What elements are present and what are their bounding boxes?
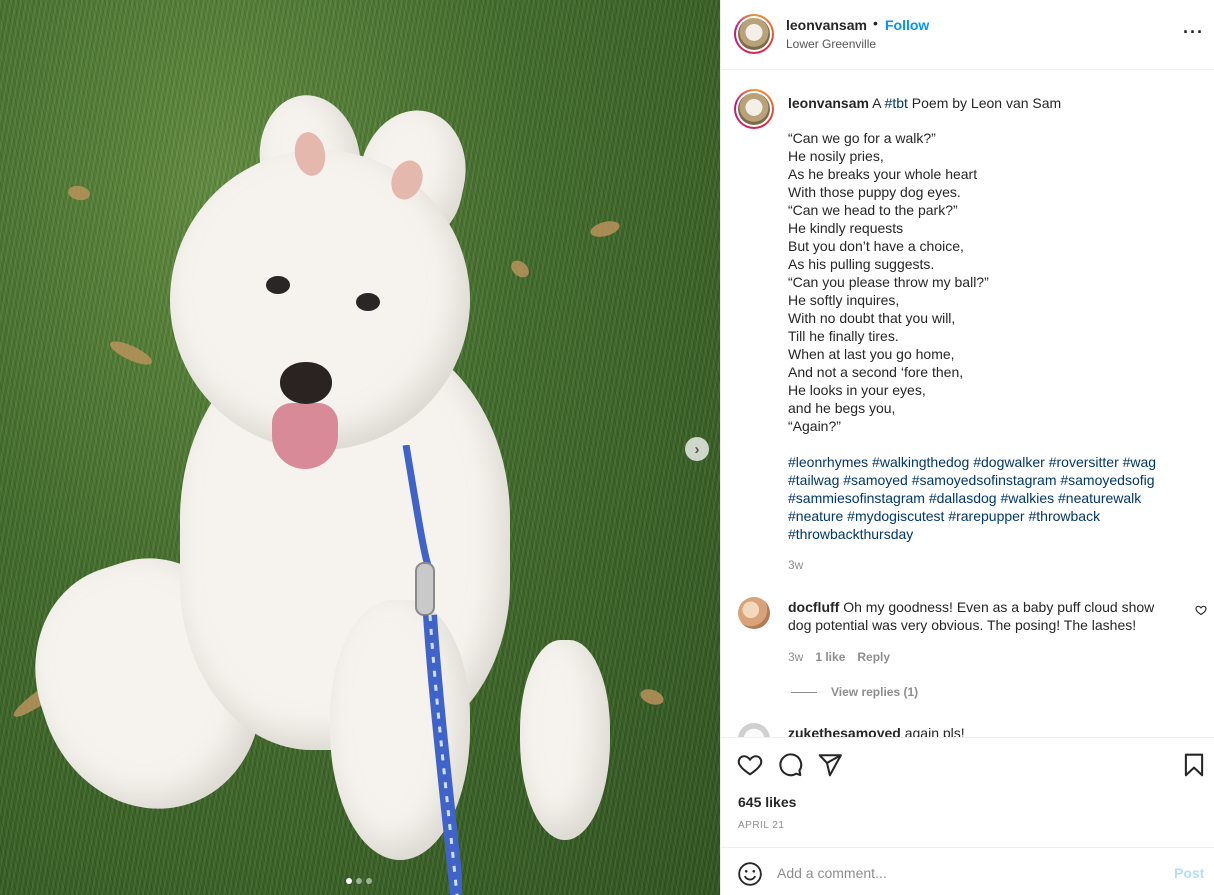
- hashtag-line[interactable]: #tailwag #samoyed #samoyedsofinstagram #…: [788, 471, 1188, 489]
- poem-line: With those puppy dog eyes.: [788, 184, 961, 200]
- poem-line: As he breaks your whole heart: [788, 166, 978, 182]
- post-comment-button[interactable]: Post: [1174, 865, 1204, 881]
- poem-line: and he begs you,: [788, 400, 896, 416]
- poem-line: He kindly requests: [788, 220, 904, 236]
- samoyed-puppy: [0, 0, 720, 895]
- caption-prefix: A: [872, 95, 881, 111]
- location-link[interactable]: Lower Greenville: [786, 37, 876, 51]
- carousel-dot: [356, 878, 362, 884]
- post-header: leonvansam • Follow Lower Greenville ···: [721, 0, 1214, 70]
- hashtag-line[interactable]: #throwbackthursday: [788, 525, 1188, 543]
- reply-button[interactable]: Reply: [857, 650, 890, 664]
- caption-title-rest: Poem by Leon van Sam: [911, 95, 1062, 111]
- commenter-username[interactable]: docfluff: [788, 599, 839, 615]
- author-username[interactable]: leonvansam: [786, 17, 867, 33]
- comment-body: again pls!: [904, 725, 965, 737]
- caption-avatar[interactable]: [734, 89, 774, 129]
- leash: [402, 445, 462, 895]
- dog-eye: [266, 276, 290, 294]
- replies-divider-line: [791, 691, 817, 693]
- like-count[interactable]: 645 likes: [738, 794, 796, 810]
- commenter-avatar[interactable]: [738, 723, 770, 737]
- poem-line: “Can you please throw my ball?”: [788, 274, 989, 290]
- poem-line: “Again?”: [788, 418, 841, 434]
- view-replies-label[interactable]: View replies (1): [831, 685, 918, 699]
- hashtag-line[interactable]: #sammiesofinstagram #dallasdog #walkies …: [788, 489, 1188, 507]
- poem-line: He nosily pries,: [788, 148, 884, 164]
- add-comment-bar: Post: [721, 847, 1214, 895]
- poem-line: With no doubt that you will,: [788, 310, 956, 326]
- poem-line: As his pulling suggests.: [788, 256, 935, 272]
- poem-line: Till he finally tires.: [788, 328, 899, 344]
- post-date: APRIL 21: [738, 820, 785, 831]
- hashtag-line[interactable]: #leonrhymes #walkingthedog #dogwalker #r…: [788, 453, 1188, 471]
- share-send-icon[interactable]: [817, 752, 843, 778]
- follow-button[interactable]: Follow: [885, 17, 929, 33]
- carousel-dots: [346, 878, 372, 884]
- like-heart-icon[interactable]: [737, 752, 763, 778]
- comments-section[interactable]: leonvansam A #tbt Poem by Leon van Sam “…: [721, 71, 1214, 737]
- more-options-icon[interactable]: ···: [1183, 22, 1204, 43]
- post-photo[interactable]: ›: [0, 0, 720, 895]
- caption-username[interactable]: leonvansam: [788, 95, 869, 111]
- comment-meta: 3w 1 like Reply: [788, 650, 890, 664]
- separator-dot: •: [873, 15, 878, 31]
- poem-line: But you don’t have a choice,: [788, 238, 964, 254]
- view-replies-button[interactable]: View replies (1): [791, 685, 918, 699]
- comment-input[interactable]: [777, 860, 1157, 886]
- poem-line: When at last you go home,: [788, 346, 955, 362]
- comment-like-count[interactable]: 1 like: [815, 650, 845, 664]
- caption-hashtags[interactable]: #leonrhymes #walkingthedog #dogwalker #r…: [788, 453, 1188, 543]
- comment-text: docfluff Oh my goodness! Even as a baby …: [788, 598, 1178, 634]
- carousel-dot-active: [346, 878, 352, 884]
- carousel-dot: [366, 878, 372, 884]
- carousel-next-button[interactable]: ›: [685, 437, 709, 461]
- comment-like-heart-icon[interactable]: [1195, 604, 1207, 616]
- caption-title: leonvansam A #tbt Poem by Leon van Sam: [788, 94, 1188, 112]
- emoji-icon[interactable]: [737, 861, 763, 887]
- poem-line: “Can we head to the park?”: [788, 202, 958, 218]
- poem-line: He softly inquires,: [788, 292, 900, 308]
- comment-body: Oh my goodness! Even as a baby puff clou…: [788, 599, 1155, 633]
- post-details-panel: leonvansam • Follow Lower Greenville ···…: [720, 0, 1214, 895]
- caption-timestamp: 3w: [788, 558, 804, 572]
- comment-bubble-icon[interactable]: [777, 752, 803, 778]
- poem-line: He looks in your eyes,: [788, 382, 926, 398]
- post-actions-bar: 645 likes APRIL 21: [721, 737, 1214, 847]
- hashtag-line[interactable]: #neature #mydogiscutest #rarepupper #thr…: [788, 507, 1188, 525]
- author-avatar[interactable]: [734, 14, 774, 54]
- poem-line: And not a second ‘fore then,: [788, 364, 964, 380]
- dog-tongue: [272, 403, 338, 469]
- poem-line: “Can we go for a walk?”: [788, 130, 936, 146]
- save-bookmark-icon[interactable]: [1181, 752, 1207, 778]
- caption-tag-link[interactable]: #tbt: [885, 95, 908, 111]
- dog-eye: [356, 293, 380, 311]
- commenter-username[interactable]: zukethesamoyed: [788, 725, 901, 737]
- caption-poem: “Can we go for a walk?” He nosily pries,…: [788, 129, 1188, 435]
- commenter-avatar[interactable]: [738, 597, 770, 629]
- comment-timestamp: 3w: [788, 650, 804, 664]
- dog-nose: [280, 362, 332, 404]
- comment-text: zukethesamoyed again pls!: [788, 724, 1178, 737]
